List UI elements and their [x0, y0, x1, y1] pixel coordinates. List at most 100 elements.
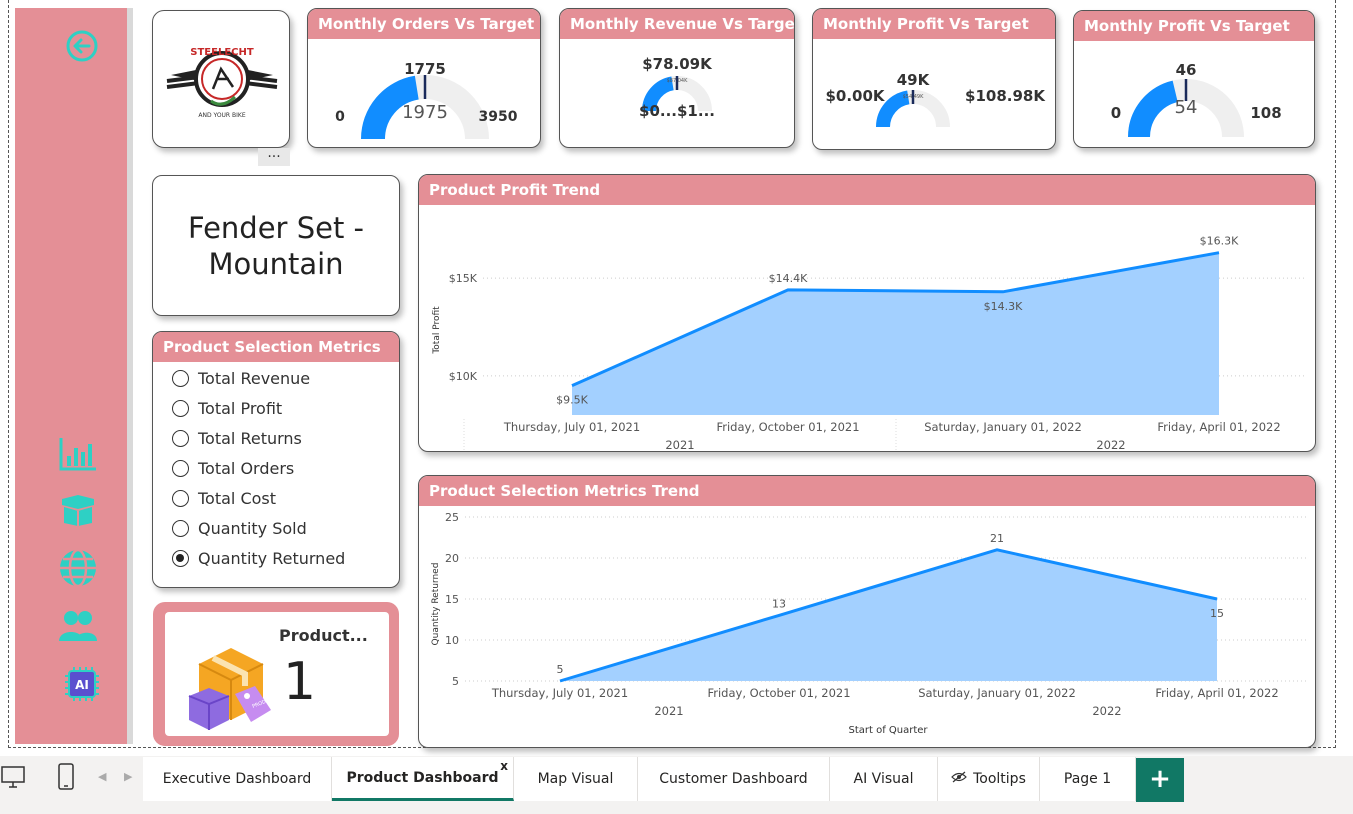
product-box-icon: PRODUCT: [188, 648, 275, 730]
close-tab-icon[interactable]: x: [500, 759, 508, 773]
gauge-plot: 1775 1975 0 3950: [335, 60, 518, 140]
gauge-card[interactable]: Monthly Orders Vs Target 1775 1975 0 3950: [307, 8, 541, 148]
mobile-view-icon[interactable]: [56, 762, 76, 792]
add-page-button[interactable]: +: [1136, 758, 1184, 802]
back-arrow-icon[interactable]: [59, 26, 105, 66]
page-tab[interactable]: Map Visual: [514, 757, 638, 801]
gauge-plot: $78.09K $87.04K $0...$1...: [639, 55, 715, 120]
product-name-card: Fender Set - Mountain: [152, 175, 400, 316]
data-label: $9.5K: [556, 394, 588, 407]
y-tick-label: 20: [445, 552, 459, 565]
page-tab[interactable]: Tooltips: [938, 757, 1040, 801]
y-axis-title: Quantity Returned: [431, 563, 441, 646]
radio-button[interactable]: [172, 369, 189, 387]
gauge-target-label: 1975: [402, 102, 448, 123]
gauge-min-label: $0.00K: [825, 87, 885, 105]
metric-option[interactable]: Quantity Returned: [172, 543, 399, 573]
metric-option[interactable]: Total Returns: [172, 423, 399, 453]
metric-option[interactable]: Total Revenue: [172, 363, 399, 393]
x-tick-label: Saturday, January 01, 2022: [924, 420, 1082, 434]
desktop-view-icon[interactable]: [0, 764, 26, 792]
bar-chart-icon[interactable]: [55, 434, 101, 474]
y-tick-label: 10: [445, 634, 459, 647]
metric-option-label: Total Returns: [198, 428, 302, 448]
box-icon[interactable]: [55, 490, 101, 530]
page-tab[interactable]: AI Visual: [830, 757, 938, 801]
gauge-card[interactable]: Monthly Profit Vs Target 46 54 0 108: [1073, 10, 1315, 148]
gauge-target-label: $87.04K: [667, 78, 688, 84]
area-fill: [572, 252, 1219, 415]
metric-option[interactable]: Total Orders: [172, 453, 399, 483]
prev-page-icon[interactable]: ◀: [98, 770, 106, 783]
data-label: 13: [772, 597, 786, 610]
x-tick-label: Friday, April 01, 2022: [1155, 686, 1278, 700]
x-tick-label: Friday, April 01, 2022: [1157, 420, 1280, 434]
gauge-value-label: 1775: [404, 60, 446, 78]
product-count-label: Product...: [279, 626, 368, 645]
page-tab-label: Tooltips: [973, 771, 1026, 787]
y-tick-label: 25: [445, 511, 459, 524]
ai-label: AI: [75, 678, 89, 692]
data-label: $14.4K: [769, 272, 808, 285]
profit-chart-plot[interactable]: $10K $15K $9.5K $14.4K $14.3K $16.3K Thursday,…: [419, 205, 1316, 452]
next-page-icon[interactable]: ▶: [124, 770, 132, 783]
product-count-value: 1: [283, 652, 317, 712]
metric-option[interactable]: Total Cost: [172, 483, 399, 513]
metric-option[interactable]: Total Profit: [172, 393, 399, 423]
users-icon[interactable]: [55, 606, 101, 646]
logo-text-top: STEELECHT: [190, 47, 254, 58]
profit-chart-title: Product Profit Trend: [419, 175, 1315, 205]
page-tab[interactable]: Customer Dashboard: [638, 757, 830, 801]
metric-option-label: Total Orders: [198, 458, 295, 478]
metric-option-label: Quantity Returned: [198, 548, 346, 568]
logo-text-bottom: AND YOUR BIKE: [198, 112, 245, 119]
gauge-min-label: 0: [1111, 104, 1121, 122]
radio-button[interactable]: [172, 519, 189, 537]
y-tick-label: $15K: [449, 272, 478, 285]
metric-option[interactable]: Quantity Sold: [172, 513, 399, 543]
more-options-icon[interactable]: ...: [258, 146, 290, 166]
data-label: $16.3K: [1200, 235, 1239, 248]
area-fill: [560, 549, 1217, 681]
page-tab[interactable]: x Product Dashboard: [332, 757, 514, 801]
metrics-chart-plot[interactable]: 5 10 15 20 25 5 13 21 15 Thursday, July 01, 2021 F…: [419, 506, 1316, 748]
y-tick-label: 5: [452, 675, 459, 688]
page-tab[interactable]: Executive Dashboard: [143, 757, 332, 801]
gauge-value-label: 46: [1176, 61, 1197, 79]
gauge-card[interactable]: Monthly Revenue Vs Target $78.09K $87.04K $…: [559, 8, 795, 148]
radio-button[interactable]: [172, 489, 189, 507]
logo-card[interactable]: STEELECHT AND YOUR BIKE: [152, 10, 290, 148]
ai-chip-icon[interactable]: AI: [59, 664, 105, 704]
metrics-slicer: Product Selection Metrics Total Revenue T…: [152, 331, 400, 588]
globe-icon[interactable]: [55, 548, 101, 588]
page-tab-label: Page 1: [1063, 771, 1112, 787]
gauge-card[interactable]: Monthly Profit Vs Target 49K $54.49K $0.00K…: [812, 8, 1056, 150]
y-tick-label: 15: [445, 593, 459, 606]
product-count-card: PRODUCT Product... 1: [153, 602, 399, 746]
gauge-plot: 46 54 0 108: [1111, 61, 1282, 138]
gauge-min-max-label: $0...$1...: [639, 102, 715, 120]
page-tab-label: Product Dashboard: [346, 769, 499, 786]
gauge-max-label: 3950: [479, 109, 518, 125]
gauge-title: Monthly Profit Vs Target: [813, 9, 1055, 39]
gauge-target-label: 54: [1175, 97, 1198, 118]
metric-option-label: Total Profit: [198, 398, 283, 418]
gauge-max-label: 108: [1250, 104, 1281, 122]
gauge-target-label: $54.49K: [903, 94, 924, 100]
radio-button[interactable]: [172, 459, 189, 477]
radio-button[interactable]: [172, 549, 189, 567]
metrics-trend-chart: Product Selection Metrics Trend 5 10 15 20 2…: [418, 475, 1316, 748]
x-tick-label: Friday, October 01, 2021: [716, 420, 859, 434]
radio-button[interactable]: [172, 429, 189, 447]
metric-option-label: Total Cost: [198, 488, 277, 508]
data-label: 5: [557, 663, 564, 676]
radio-button[interactable]: [172, 399, 189, 417]
page-tab[interactable]: Page 1: [1040, 757, 1136, 801]
page-tab-label: Customer Dashboard: [659, 771, 808, 787]
data-label: 15: [1210, 607, 1224, 620]
data-label: $14.3K: [984, 300, 1023, 313]
metrics-slicer-title: Product Selection Metrics: [153, 332, 399, 362]
metric-option-label: Quantity Sold: [198, 518, 307, 538]
product-name: Fender Set - Mountain: [187, 210, 364, 281]
gauge-min-label: 0: [335, 109, 345, 125]
